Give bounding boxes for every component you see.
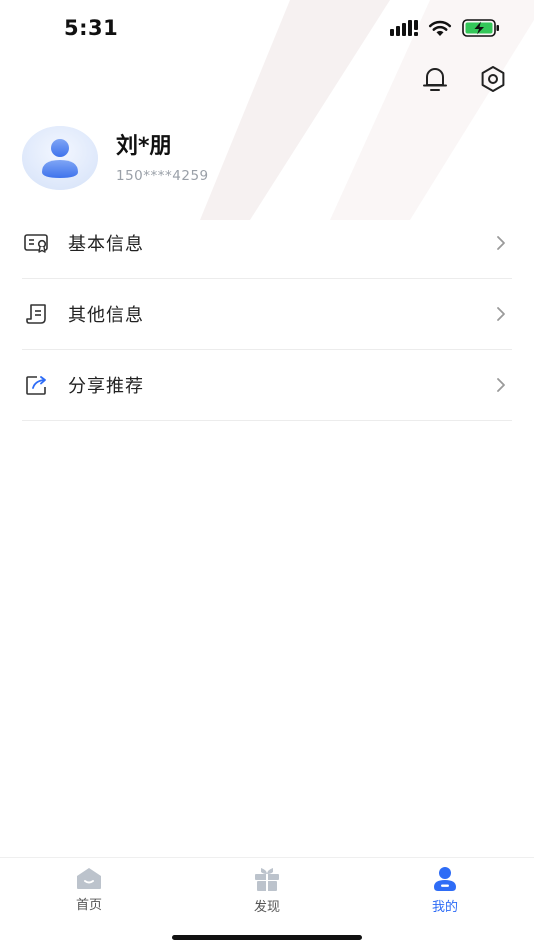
menu-item-label: 基本信息 xyxy=(68,234,144,255)
menu-item-label: 分享推荐 xyxy=(68,376,144,397)
chevron-right-icon xyxy=(497,378,505,392)
status-time: 5:31 xyxy=(64,16,119,40)
share-icon xyxy=(24,372,50,398)
avatar[interactable] xyxy=(22,126,98,190)
tab-label: 我的 xyxy=(431,900,458,915)
home-icon xyxy=(77,868,101,889)
chevron-right-icon xyxy=(497,236,505,250)
home-indicator xyxy=(172,935,362,940)
profile-menu: 基本信息 其他信息 分享推荐 xyxy=(22,208,512,421)
user-icon xyxy=(434,867,456,891)
settings-button[interactable] xyxy=(478,64,508,94)
menu-item-other-info[interactable]: 其他信息 xyxy=(22,279,512,350)
profile-header[interactable]: 刘*朋 150****4259 xyxy=(22,126,502,190)
wifi-icon xyxy=(428,20,452,36)
id-card-icon xyxy=(24,230,50,256)
tab-label: 发现 xyxy=(253,900,280,915)
cellular-signal-icon xyxy=(390,20,418,36)
user-name: 刘*朋 xyxy=(116,134,172,159)
bell-icon xyxy=(423,68,447,91)
battery-charging-icon xyxy=(462,19,499,37)
chevron-right-icon xyxy=(497,307,505,321)
menu-item-basic-info[interactable]: 基本信息 xyxy=(22,208,512,279)
default-user-avatar-icon xyxy=(22,126,98,190)
menu-item-label: 其他信息 xyxy=(68,305,144,326)
header-actions xyxy=(420,64,508,94)
tab-discover[interactable]: 发现 xyxy=(222,866,312,926)
tab-home[interactable]: 首页 xyxy=(44,866,134,926)
notification-button[interactable] xyxy=(420,64,450,94)
menu-item-share[interactable]: 分享推荐 xyxy=(22,350,512,421)
tab-mine[interactable]: 我的 xyxy=(400,866,490,926)
gift-icon xyxy=(255,868,279,891)
status-bar: 5:31 xyxy=(0,0,534,56)
user-phone: 150****4259 xyxy=(116,168,209,184)
settings-hexagon-icon xyxy=(481,66,505,92)
status-icons xyxy=(390,19,500,37)
document-scroll-icon xyxy=(24,301,50,327)
tab-label: 首页 xyxy=(75,898,102,913)
